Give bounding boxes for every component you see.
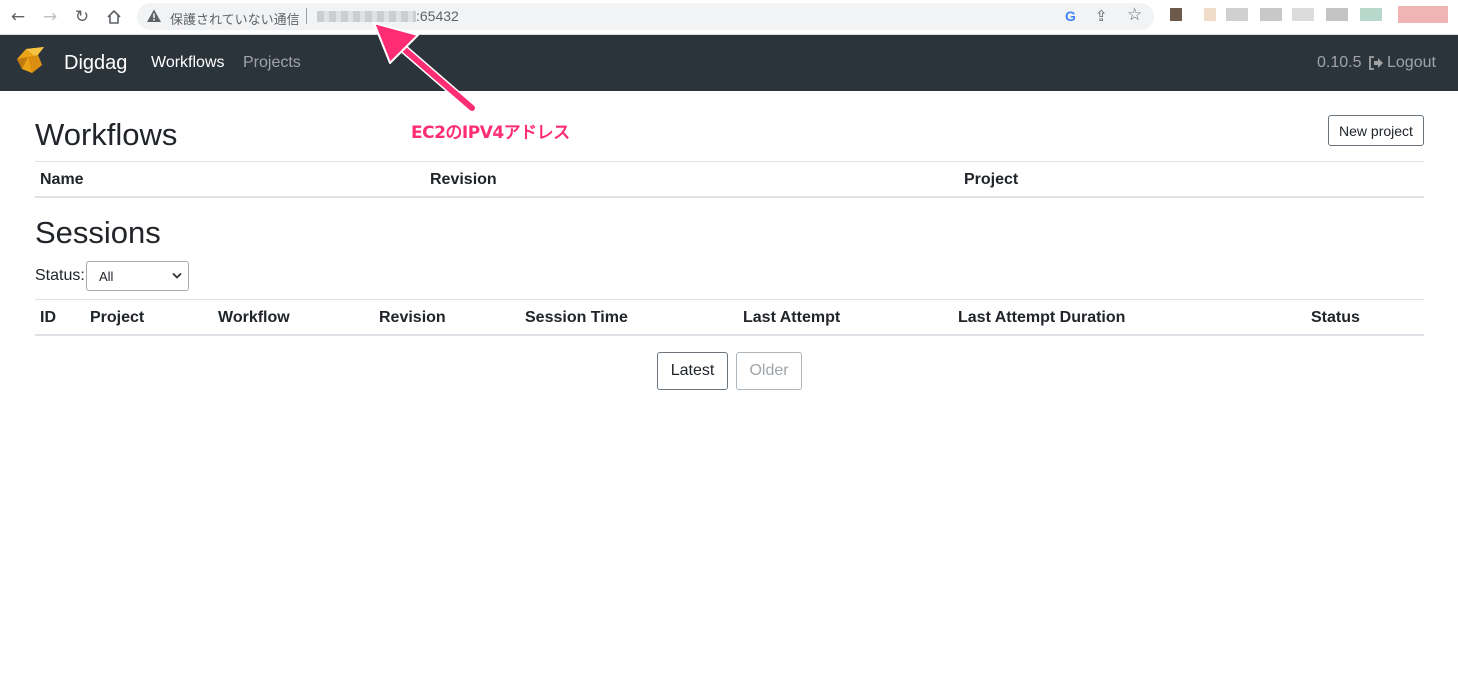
share-icon[interactable]: ⇪ (1095, 7, 1108, 25)
extension-icon[interactable] (1226, 8, 1248, 21)
workflows-heading: Workflows (35, 117, 178, 152)
column-header-id[interactable]: ID (40, 309, 56, 327)
extension-icon[interactable] (1326, 8, 1348, 21)
column-header-status[interactable]: Status (1311, 309, 1360, 327)
new-project-button[interactable]: New project (1328, 115, 1424, 146)
extension-icon[interactable] (1204, 8, 1216, 21)
address-bar[interactable]: 保護されていない通信 :65432 G ⇪ ☆ (137, 3, 1154, 30)
column-header-name[interactable]: Name (40, 171, 84, 189)
logout-label[interactable]: Logout (1387, 54, 1436, 72)
profile-avatar[interactable] (1398, 6, 1448, 23)
extension-icon[interactable] (1292, 8, 1314, 21)
forward-arrow-icon[interactable]: → (39, 6, 61, 28)
annotation-arrow (373, 22, 477, 113)
column-header-last-attempt[interactable]: Last Attempt (743, 309, 840, 327)
warning-icon[interactable] (146, 8, 162, 24)
column-header-workflow[interactable]: Workflow (218, 309, 290, 327)
column-header-revision[interactable]: Revision (379, 309, 446, 327)
annotation-label: EC2のIPV4アドレス (411, 123, 570, 143)
version-label: 0.10.5 (1317, 54, 1362, 71)
column-header-session-time[interactable]: Session Time (525, 309, 628, 327)
nav-link-projects[interactable]: Projects (243, 54, 301, 72)
workflows-table-header: Name Revision Project (35, 161, 1424, 198)
sessions-heading: Sessions (35, 215, 161, 250)
latest-button[interactable]: Latest (657, 352, 728, 390)
extension-icon[interactable] (1360, 8, 1382, 21)
browser-toolbar: ← → ↻ 保護されていない通信 :65432 G ⇪ ☆ (0, 0, 1458, 35)
column-header-project[interactable]: Project (90, 309, 144, 327)
not-secure-label[interactable]: 保護されていない通信 (170, 9, 300, 28)
older-button[interactable]: Older (736, 352, 802, 390)
extension-icon[interactable] (1170, 8, 1182, 21)
status-filter-label: Status: (35, 267, 85, 284)
sign-out-icon (1369, 56, 1383, 70)
brand-name[interactable]: Digdag (64, 52, 127, 75)
column-header-revision[interactable]: Revision (430, 171, 497, 189)
status-filter-select[interactable]: All (86, 261, 189, 291)
extension-icon[interactable] (1260, 8, 1282, 21)
digdag-logo-icon[interactable] (14, 45, 48, 75)
nav-link-workflows[interactable]: Workflows (151, 54, 225, 72)
home-icon[interactable] (103, 6, 125, 28)
status-filter-value: All (99, 269, 114, 284)
reload-icon[interactable]: ↻ (71, 6, 93, 28)
sessions-table-header: ID Project Workflow Revision Session Tim… (35, 299, 1424, 336)
chevron-down-icon (172, 272, 182, 279)
google-lens-icon[interactable]: G (1065, 8, 1076, 24)
logout-link[interactable]: Logout (1368, 54, 1436, 72)
extensions-area (1166, 0, 1458, 33)
column-header-last-attempt-duration[interactable]: Last Attempt Duration (958, 309, 1125, 327)
app-navbar: Digdag Workflows Projects 0.10.5 Logout (0, 35, 1458, 91)
column-header-project[interactable]: Project (964, 171, 1018, 189)
url-separator (306, 8, 307, 24)
back-arrow-icon[interactable]: ← (7, 6, 29, 28)
bookmark-star-icon[interactable]: ☆ (1127, 5, 1142, 25)
